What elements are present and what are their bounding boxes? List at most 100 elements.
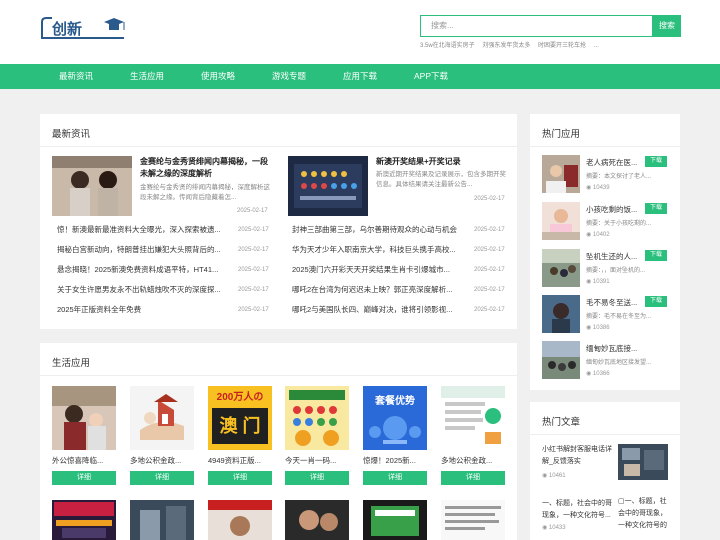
download-button[interactable]: 下载 — [645, 296, 667, 307]
detail-button[interactable]: 详细 — [208, 471, 272, 485]
hot-app-name[interactable]: 小孩吃剩的饭... — [586, 204, 646, 215]
app-thumbnail[interactable] — [130, 500, 194, 540]
app-name[interactable]: 外公惊喜降临... — [52, 455, 116, 466]
hot-search-link[interactable]: 刘强东发年货太多 — [482, 43, 530, 49]
detail-button[interactable]: 详细 — [285, 471, 349, 485]
news-title[interactable]: 华为天才少年入职南京大学，科技巨头携手高校... — [292, 240, 466, 260]
app-thumbnail[interactable] — [52, 500, 116, 540]
news-title[interactable]: 揭秘白宫新动向，特朗普挂出嫌犯大头照背后的... — [57, 240, 229, 260]
app-thumbnail[interactable]: 200万人の 澳 门 — [208, 386, 272, 450]
app-thumbnail[interactable] — [363, 500, 427, 540]
news-item[interactable]: 关于女生许愿男友永不出轨蜡烛吹不灭的深度探... 2025-02-17 — [57, 280, 273, 300]
news-title[interactable]: 2025年正版资料全年免费 — [57, 300, 229, 320]
news-title[interactable]: 封神三部曲第三部，乌尔善期待观众的心动与机会 — [292, 220, 466, 240]
nav-apk-download[interactable]: APP下载 — [414, 64, 448, 89]
hot-app-name[interactable]: 坠机生还的人... — [586, 251, 646, 262]
view-count: ◉ 10386 — [586, 325, 610, 331]
nav-life-apps[interactable]: 生活应用 — [130, 64, 164, 89]
news-item[interactable]: 惊！新澳最新最准资料大全曝光，深入探索被遗... 2025-02-17 — [57, 220, 273, 240]
nav-app-download[interactable]: 应用下载 — [343, 64, 377, 89]
article-title[interactable]: 小红书解封客服电话详解_反馈落实 — [542, 444, 618, 468]
download-button[interactable]: 下载 — [645, 203, 667, 214]
nav-guides[interactable]: 使用攻略 — [201, 64, 235, 89]
thumb-text: 套餐优势 — [375, 396, 415, 407]
news-item[interactable]: 封神三部曲第三部，乌尔善期待观众的心动与机会 2025-02-17 — [292, 220, 508, 240]
nav-game-topics[interactable]: 游戏专题 — [272, 64, 306, 89]
app-name[interactable]: 多地公积金政... — [130, 455, 194, 466]
app-thumbnail[interactable] — [285, 386, 349, 450]
hot-app-name[interactable]: 缅甸妙瓦底接... — [586, 343, 646, 354]
divider — [40, 375, 517, 376]
hot-apps-panel: 热门应用 老人病死在医... 下载 摘要：本文探讨了老人... ◉ 10439 … — [530, 114, 680, 390]
hot-app-thumbnail[interactable] — [542, 295, 580, 333]
featured-image[interactable] — [288, 156, 368, 216]
site-logo[interactable]: 创新 — [40, 16, 130, 42]
featured-date: 2025-02-17 — [474, 196, 505, 202]
news-item[interactable]: 2025澳门六开彩天天开奖结果生肖卡引爆城市... 2025-02-17 — [292, 260, 508, 280]
app-thumbnail[interactable]: 套餐优势 — [363, 386, 427, 450]
news-item[interactable]: 2025年正版资料全年免费 2025-02-17 — [57, 300, 273, 320]
app-thumbnail[interactable] — [52, 386, 116, 450]
hot-search-link[interactable]: ... — [594, 43, 599, 49]
broken-image-alt[interactable]: ▢一、标题，社会中的哥现象，一种文化符号的 — [618, 496, 670, 536]
download-button[interactable]: 下载 — [645, 156, 667, 167]
hot-app-desc: 摘要：关于小孩吃剩的... — [586, 221, 652, 227]
news-date: 2025-02-17 — [474, 267, 505, 273]
header: 创新 搜索... 搜索 3.5w在北海语实房子 刘强东发年货太多 时困要开三轮车… — [0, 0, 720, 64]
news-title[interactable]: 2025澳门六开彩天天开奖结果生肖卡引爆城市... — [292, 260, 466, 280]
nav-latest[interactable]: 最新资讯 — [59, 64, 93, 89]
hot-app-desc: 摘要：，，面对坠机的... — [586, 268, 646, 274]
featured-desc: 新澳近期开奖结果及记录展示，包含多期开奖信息。具体结果请关注最新公告... — [376, 171, 506, 188]
search-button[interactable]: 搜索 — [653, 15, 681, 37]
news-item[interactable]: 哪吒2与美国队长四、巅峰对决，谁将引领影视... 2025-02-17 — [292, 300, 508, 320]
hot-app-name[interactable]: 毛不易冬至送... — [586, 297, 646, 308]
search-input[interactable]: 搜索... — [420, 15, 653, 37]
news-item[interactable]: 悬念揭晓！2025新澳免费资料成语平特，HT41... 2025-02-17 — [57, 260, 273, 280]
app-name[interactable]: 今天一肖一码... — [285, 455, 349, 466]
hot-search-link[interactable]: 时困要开三轮车抢 — [538, 43, 586, 49]
news-title[interactable]: 悬念揭晓！2025新澳免费资料成语平特，HT41... — [57, 260, 229, 280]
article-title[interactable]: 一、标题，社会中的哥现象，一种文化符号... — [542, 498, 618, 522]
news-date: 2025-02-17 — [474, 307, 505, 313]
news-title[interactable]: 关于女生许愿男友永不出轨蜡烛吹不灭的深度探... — [57, 280, 229, 300]
news-title[interactable]: 惊！新澳最新最准资料大全曝光，深入探索被遗... — [57, 220, 229, 240]
featured-title[interactable]: 金赛纶与金秀贤绯闻内幕揭秘，一段未解之缘的深度解析 — [140, 156, 272, 180]
detail-button[interactable]: 详细 — [363, 471, 427, 485]
panel-title: 最新资讯 — [52, 129, 91, 140]
hot-app-thumbnail[interactable] — [542, 341, 580, 379]
detail-button[interactable]: 详细 — [52, 471, 116, 485]
featured-image[interactable] — [52, 156, 132, 216]
view-count: ◉ 10366 — [586, 371, 610, 377]
main-nav: 最新资讯 生活应用 使用攻略 游戏专题 应用下载 APP下载 — [0, 64, 720, 89]
news-title[interactable]: 哪吒2与美国队长四、巅峰对决，谁将引领影视... — [292, 300, 466, 320]
hot-app-thumbnail[interactable] — [542, 155, 580, 193]
view-count: ◉ 10461 — [542, 473, 566, 479]
news-item[interactable]: 华为天才少年入职南京大学，科技巨头携手高校... 2025-02-17 — [292, 240, 508, 260]
app-thumbnail[interactable] — [285, 500, 349, 540]
app-name[interactable]: 4949资料正版... — [208, 455, 272, 466]
hot-search-link[interactable]: 3.5w在北海语实房子 — [420, 43, 475, 49]
hot-app-desc: 摘要：本文探讨了老人... — [586, 174, 652, 180]
featured-title[interactable]: 新澳开奖结果+开奖记录 — [376, 156, 508, 168]
hot-app-name[interactable]: 老人病死在医... — [586, 157, 646, 168]
detail-button[interactable]: 详细 — [441, 471, 505, 485]
app-thumbnail[interactable] — [441, 500, 505, 540]
news-item[interactable]: 哪吒2在台湾为何迟迟未上映？郭正亮深度解析... 2025-02-17 — [292, 280, 508, 300]
featured-date: 2025-02-17 — [237, 208, 268, 214]
download-button[interactable]: 下载 — [645, 250, 667, 261]
app-thumbnail[interactable] — [441, 386, 505, 450]
app-name[interactable]: 惊爆！2025新... — [363, 455, 427, 466]
hot-app-thumbnail[interactable] — [542, 249, 580, 287]
article-thumbnail[interactable] — [618, 444, 668, 480]
thumb-text: 200万人の — [216, 392, 264, 403]
detail-button[interactable]: 详细 — [130, 471, 194, 485]
app-thumbnail[interactable] — [130, 386, 194, 450]
eye-icon: ◉ — [586, 185, 593, 191]
hot-app-thumbnail[interactable] — [542, 202, 580, 240]
app-name[interactable]: 多地公积金政... — [441, 455, 505, 466]
hot-search-links: 3.5w在北海语实房子 刘强东发年货太多 时困要开三轮车抢 ... — [420, 40, 605, 49]
divider — [530, 434, 680, 435]
news-title[interactable]: 哪吒2在台湾为何迟迟未上映？郭正亮深度解析... — [292, 280, 466, 300]
news-item[interactable]: 揭秘白宫新动向，特朗普挂出嫌犯大头照背后的... 2025-02-17 — [57, 240, 273, 260]
app-thumbnail[interactable] — [208, 500, 272, 540]
